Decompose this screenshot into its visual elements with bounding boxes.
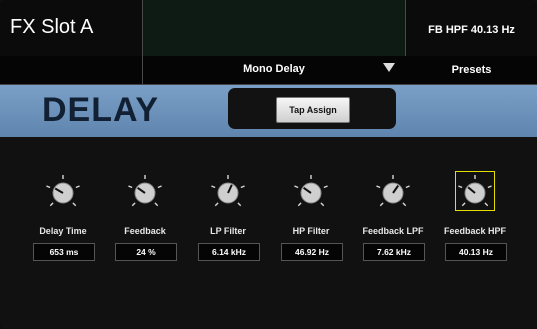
knob-label: Feedback	[124, 226, 166, 236]
knob-group: Feedback 24 %	[110, 173, 180, 263]
fx-slot-title: FX Slot A	[10, 16, 94, 38]
knob-tick	[323, 185, 328, 189]
knob-group: LP Filter 6.14 kHz	[193, 173, 263, 263]
knob-tick	[487, 185, 492, 189]
knob-label: Feedback LPF	[362, 226, 424, 236]
knob[interactable]	[456, 173, 494, 211]
knob-tick	[154, 202, 159, 207]
knob-tick	[297, 202, 302, 207]
knob-value-field[interactable]: 653 ms	[33, 243, 95, 261]
presets-button[interactable]: Presets	[406, 56, 537, 84]
knob-tick	[376, 185, 381, 189]
knob[interactable]	[374, 173, 412, 211]
header-spacer	[143, 0, 405, 56]
top-bar: FX Slot A FB HPF 40.13 Hz	[0, 0, 537, 57]
knob-tick	[237, 202, 242, 207]
knob-tick	[402, 202, 407, 207]
parameter-readout: FB HPF 40.13 Hz	[428, 24, 515, 36]
knob-value-field[interactable]: 7.62 kHz	[363, 243, 425, 261]
knob-tick	[405, 185, 410, 189]
knob-group: Feedback LPF 7.62 kHz	[358, 173, 428, 263]
knob-value-field[interactable]: 24 %	[115, 243, 177, 261]
knob-tick	[46, 185, 51, 189]
knob-tick	[49, 202, 54, 207]
effect-banner: DELAY Tap Assign	[0, 85, 537, 137]
knob-group: Feedback HPF 40.13 Hz	[440, 171, 510, 263]
knob-tick	[240, 185, 245, 189]
knob-tick	[484, 202, 489, 207]
tap-assign-button[interactable]: Tap Assign	[276, 97, 350, 123]
knob-group: HP Filter 46.92 Hz	[276, 173, 346, 263]
knob-tick	[458, 185, 463, 189]
knob-value-field[interactable]: 6.14 kHz	[198, 243, 260, 261]
knob[interactable]	[126, 173, 164, 211]
knob-value-field[interactable]: 40.13 Hz	[445, 243, 507, 261]
knob-tick	[128, 185, 133, 189]
knob[interactable]	[209, 173, 247, 211]
knob-tick	[131, 202, 136, 207]
knob-label: Delay Time	[39, 226, 87, 236]
knob-tick	[157, 185, 162, 189]
knob-value-field[interactable]: 46.92 Hz	[281, 243, 343, 261]
knob-tick	[461, 202, 466, 207]
effect-type-label: Mono Delay	[243, 63, 305, 75]
knob-label: LP Filter	[210, 226, 246, 236]
knob-group: Delay Time 653 ms	[28, 173, 98, 263]
knob-tick	[214, 202, 219, 207]
knob-label: Feedback HPF	[443, 226, 507, 236]
knob-tick	[211, 185, 216, 189]
knob-label: HP Filter	[292, 226, 330, 236]
knob-tick	[294, 185, 299, 189]
knob-tick	[75, 185, 80, 189]
knob-tick	[72, 202, 77, 207]
effect-title: DELAY	[42, 91, 160, 129]
effect-type-dropdown[interactable]: Mono Delay	[143, 56, 405, 84]
dropdown-arrow-icon	[383, 63, 395, 72]
knob-tick	[320, 202, 325, 207]
knob-tick	[379, 202, 384, 207]
knob[interactable]	[292, 173, 330, 211]
tap-assign-panel: Tap Assign	[228, 88, 396, 129]
fx-slot-window: FX Slot A FB HPF 40.13 Hz Mono Delay Pre…	[0, 0, 537, 329]
knob[interactable]	[44, 173, 82, 211]
